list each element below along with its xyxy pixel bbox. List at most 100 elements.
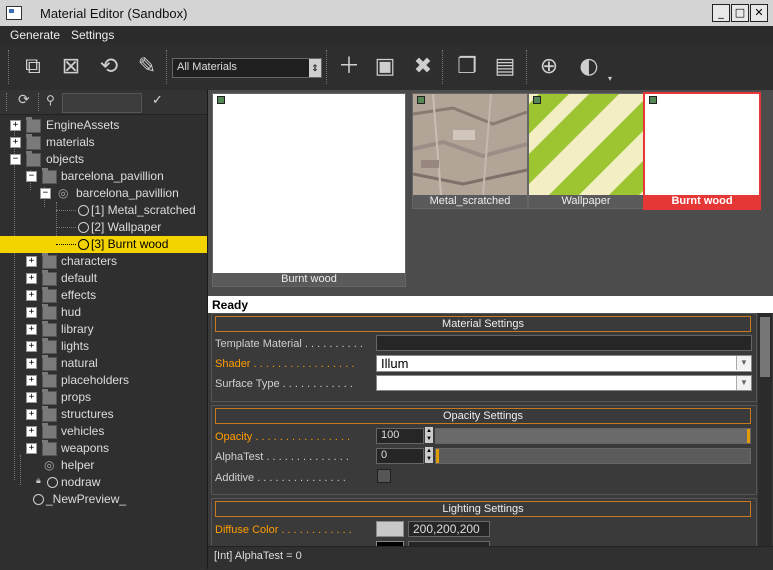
menu-settings[interactable]: Settings [71, 28, 114, 42]
scrollbar-thumb[interactable] [760, 317, 770, 377]
expand-icon[interactable]: + [26, 307, 37, 318]
tree-item-lights[interactable]: + lights [0, 338, 207, 355]
chevron-down-icon[interactable]: ▾ [608, 74, 612, 83]
thumb-wallpaper[interactable]: Wallpaper [528, 93, 644, 209]
opacity-slider-handle[interactable] [747, 429, 750, 443]
get-from-selection-icon[interactable]: ⧉ [18, 52, 48, 82]
tree-item-hud[interactable]: + hud [0, 304, 207, 321]
collapse-icon[interactable]: − [26, 171, 37, 182]
alphatest-field[interactable]: 0 [376, 448, 424, 464]
tree-item-default[interactable]: + default [0, 270, 207, 287]
expand-icon[interactable]: + [26, 426, 37, 437]
folder-icon [42, 338, 57, 354]
collapse-icon[interactable]: − [10, 154, 21, 165]
tree-item-structures[interactable]: + structures [0, 406, 207, 423]
shader-select[interactable]: Illum ▼ [376, 355, 752, 372]
template-material-label: Template Material . . . . . . . . . . [215, 338, 363, 350]
alphatest-slider[interactable] [435, 448, 751, 464]
tree-item-weapons[interactable]: + weapons [0, 440, 207, 457]
menu-generate[interactable]: Generate [10, 28, 60, 42]
paste-icon[interactable]: ▤ [490, 52, 520, 82]
tree-item-props[interactable]: + props [0, 389, 207, 406]
tree-item-placeholders[interactable]: + placeholders [0, 372, 207, 389]
remove-from-selection-icon[interactable]: ⊠ [56, 52, 86, 82]
opacity-field[interactable]: 100 [376, 428, 424, 444]
alphatest-spinner[interactable]: ▲ ▼ [425, 447, 433, 463]
tree-item-natural[interactable]: + natural [0, 355, 207, 372]
expand-icon[interactable]: + [26, 358, 37, 369]
expand-icon[interactable]: + [26, 341, 37, 352]
large-preview-label: Burnt wood [213, 273, 405, 286]
expand-icon[interactable]: + [26, 256, 37, 267]
material-filter-select[interactable]: All Materials ⇕ [172, 58, 322, 78]
multimaterial-icon: ◎ [44, 458, 55, 472]
chevron-down-icon[interactable]: ▼ [736, 376, 751, 390]
tree-item-materials[interactable]: + materials [0, 134, 207, 151]
chevron-down-icon[interactable]: ▼ [736, 356, 751, 370]
tree-item-helper[interactable]: ◎ helper [0, 457, 207, 474]
tree-item-label: library [61, 322, 94, 336]
pick-material-icon[interactable]: ✎ [132, 52, 162, 82]
material-type-icon [217, 96, 225, 104]
tree-item-barcelona-pavillion-folder[interactable]: − barcelona_pavillion [0, 168, 207, 185]
copy-icon[interactable]: ❐ [452, 52, 482, 82]
expand-icon[interactable]: + [10, 120, 21, 131]
opacity-slider[interactable] [435, 428, 751, 444]
tree-item-characters[interactable]: + characters [0, 253, 207, 270]
folder-icon [42, 270, 57, 286]
additive-checkbox[interactable] [377, 469, 391, 483]
opacity-settings-header[interactable]: Opacity Settings [215, 408, 751, 424]
tree-item-barcelona-pavillion-multimaterial[interactable]: − ◎ barcelona_pavillion [0, 185, 207, 202]
dropdown-arrow-icon[interactable]: ⇕ [309, 59, 321, 77]
refresh-icon[interactable]: ⟳ [18, 92, 30, 108]
assign-to-selection-icon[interactable]: ⟲ [94, 52, 124, 82]
tree-item-label: default [61, 271, 98, 285]
preview-shape-icon[interactable]: ◐ [574, 52, 604, 82]
tree-item-vehicles[interactable]: + vehicles [0, 423, 207, 440]
folder-icon [26, 117, 41, 133]
thumb-metal-scratched[interactable]: Metal_scratched [412, 93, 528, 209]
preview-settings-icon[interactable]: ⊕ [534, 52, 564, 82]
toolbar-separator [166, 50, 169, 84]
tree-toolbar: ⟳ ⚲ ✓ [0, 90, 207, 115]
expand-icon[interactable]: + [26, 392, 37, 403]
shader-label: Shader . . . . . . . . . . . . . . . . . [215, 358, 355, 370]
expand-icon[interactable]: + [26, 375, 37, 386]
save-icon[interactable]: ▣ [370, 52, 400, 82]
material-settings-header[interactable]: Material Settings [215, 316, 751, 332]
tree-item-effects[interactable]: + effects [0, 287, 207, 304]
tree-item-engineassets[interactable]: + EngineAssets [0, 117, 207, 134]
tree-item-wallpaper[interactable]: [2] Wallpaper [0, 219, 207, 236]
collapse-icon[interactable]: − [40, 188, 51, 199]
diffuse-color-swatch[interactable] [376, 521, 404, 537]
opacity-spinner[interactable]: ▲ ▼ [425, 427, 433, 443]
apply-filter-icon[interactable]: ✓ [152, 93, 163, 108]
thumb-burnt-wood[interactable]: Burnt wood [643, 92, 761, 210]
alphatest-slider-handle[interactable] [436, 449, 439, 463]
tree-search-input[interactable] [62, 93, 142, 113]
expand-icon[interactable]: + [26, 290, 37, 301]
expand-icon[interactable]: + [26, 324, 37, 335]
tree-item-newpreview[interactable]: _NewPreview_ [0, 491, 207, 508]
lighting-settings-header[interactable]: Lighting Settings [215, 501, 751, 517]
expand-icon[interactable]: + [26, 409, 37, 420]
tree-item-library[interactable]: + library [0, 321, 207, 338]
expand-icon[interactable]: + [10, 137, 21, 148]
add-material-icon[interactable]: ＋ [334, 52, 364, 82]
expand-icon[interactable]: + [26, 443, 37, 454]
maximize-button[interactable]: □ [731, 4, 749, 22]
expand-icon[interactable]: + [26, 273, 37, 284]
diffuse-color-field[interactable]: 200,200,200 [408, 521, 490, 537]
template-material-field[interactable] [376, 335, 752, 351]
minimize-button[interactable]: _ [712, 4, 730, 22]
tree-item-metal-scratched[interactable]: [1] Metal_scratched [0, 202, 207, 219]
tree-item-nodraw[interactable]: 🔒︎ nodraw [0, 474, 207, 491]
shader-value: Illum [381, 356, 409, 371]
large-preview[interactable]: Burnt wood [212, 93, 406, 287]
tree-item-objects[interactable]: − objects [0, 151, 207, 168]
delete-icon[interactable]: ✖ [408, 52, 438, 82]
surface-type-select[interactable]: ▼ [376, 375, 752, 391]
tree-item-burnt-wood[interactable]: [3] Burnt wood [0, 236, 207, 253]
close-button[interactable]: ✕ [750, 4, 768, 22]
folder-icon [42, 321, 57, 337]
